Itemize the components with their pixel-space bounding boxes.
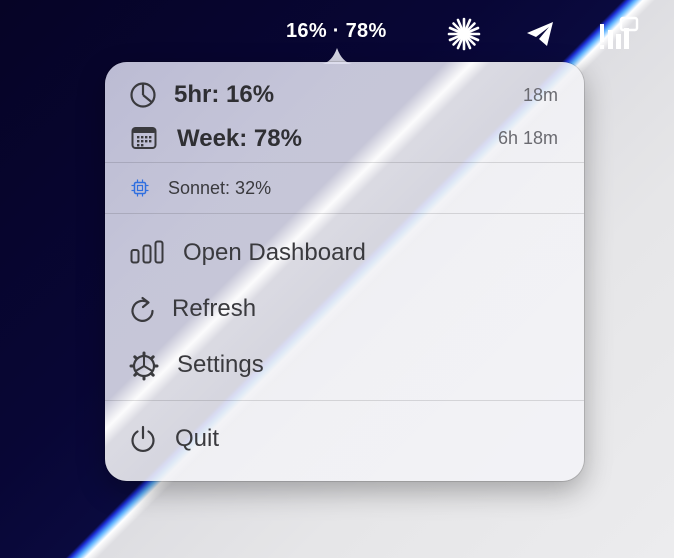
five-hour-reset-time: 18m bbox=[522, 85, 558, 105]
model-usage-label: Sonnet: 32% bbox=[168, 178, 272, 198]
model-usage-row: Sonnet: 32% bbox=[105, 174, 584, 202]
telegram-icon[interactable] bbox=[522, 16, 558, 52]
cpu-chip-icon bbox=[131, 179, 149, 197]
five-hour-usage-row: 5hr: 16% 18m bbox=[105, 78, 584, 112]
settings-menu-item[interactable]: Settings bbox=[105, 346, 584, 384]
usage-popup-menu: 5hr: 16% 18m Week: 78% 6h 18m Sonnet: 32… bbox=[105, 62, 584, 481]
power-icon bbox=[129, 424, 157, 454]
pie-clock-icon bbox=[129, 81, 157, 109]
refresh-label: Refresh bbox=[172, 295, 257, 322]
stats-bars-icon[interactable] bbox=[598, 16, 640, 52]
five-hour-usage-label: 5hr: 16% bbox=[174, 81, 275, 108]
divider bbox=[105, 400, 584, 401]
week-reset-time: 6h 18m bbox=[497, 128, 558, 148]
quit-menu-item[interactable]: Quit bbox=[105, 420, 584, 458]
settings-label: Settings bbox=[177, 351, 264, 378]
usage-status-item[interactable]: 16% · 78% bbox=[286, 20, 387, 43]
open-dashboard-menu-item[interactable]: Open Dashboard bbox=[105, 234, 584, 272]
refresh-icon bbox=[130, 296, 156, 324]
asterisk-burst-icon[interactable] bbox=[446, 16, 482, 52]
bar-chart-icon bbox=[130, 240, 164, 264]
divider bbox=[105, 213, 584, 214]
week-usage-label: Week: 78% bbox=[177, 125, 302, 152]
open-dashboard-label: Open Dashboard bbox=[183, 239, 366, 266]
divider bbox=[105, 162, 584, 163]
refresh-menu-item[interactable]: Refresh bbox=[105, 290, 584, 328]
quit-label: Quit bbox=[175, 425, 220, 452]
week-usage-row: Week: 78% 6h 18m bbox=[105, 121, 584, 155]
calendar-icon bbox=[131, 126, 157, 150]
gear-icon bbox=[129, 351, 159, 381]
